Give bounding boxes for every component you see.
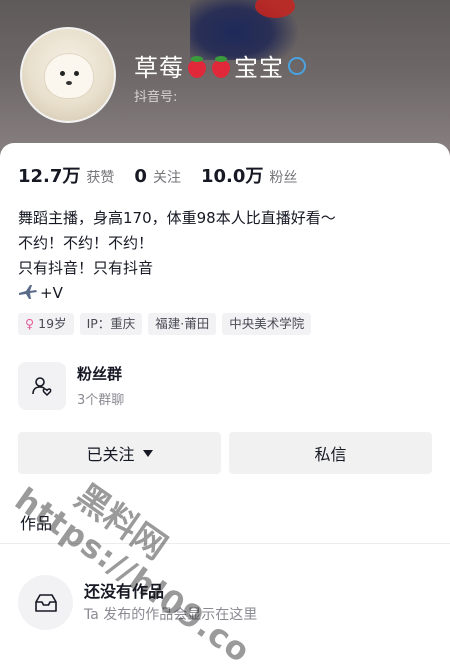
divider — [0, 543, 450, 544]
tab-works[interactable]: 作品 — [20, 510, 52, 534]
stat-likes-value: 12.7万 — [18, 166, 81, 187]
bio-line: 只有抖音！只有抖音 — [18, 259, 154, 277]
profile-name-prefix: 草莓 — [134, 54, 184, 82]
triangle-down-icon — [142, 449, 153, 457]
strawberry-icon — [186, 54, 208, 78]
empty-state-title: 还没有作品 — [84, 582, 165, 601]
bio-line: 不约！不约！不约！ — [18, 234, 154, 252]
stat-followers-value: 10.0万 — [200, 166, 264, 187]
fan-group-title: 粉丝群 — [77, 365, 123, 383]
profile-name: 草莓 宝宝 — [134, 48, 306, 83]
empty-state-icon — [18, 575, 73, 630]
stat-following[interactable]: 0 关注 — [134, 166, 181, 187]
tag-age-label: 19岁 — [38, 316, 67, 331]
stat-likes-label: 获赞 — [86, 170, 115, 186]
tag-age: ♀ 19岁 — [18, 313, 74, 335]
bio: 舞蹈主播，身高170，体重98本人比直播好看～ 不约！不约！不约！ 只有抖音！只… — [18, 206, 336, 306]
empty-state-subtitle: Ta 发布的作品会显示在这里 — [84, 607, 258, 623]
stat-followers[interactable]: 10.0万 粉丝 — [201, 162, 297, 188]
stat-following-value: 0 — [134, 166, 147, 187]
inbox-icon — [34, 593, 57, 612]
bio-wechat-text: +V — [40, 284, 63, 302]
tag-ip: IP：重庆 — [79, 313, 143, 335]
avatar[interactable] — [20, 27, 116, 123]
fan-group-entry[interactable]: 粉丝群 3个群聊 — [18, 357, 438, 413]
followed-button[interactable]: 已关注 — [18, 432, 221, 474]
stat-following-label: 关注 — [152, 170, 181, 186]
douyin-id[interactable]: 抖音号: — [134, 86, 177, 105]
avatar-dog-image — [44, 53, 94, 99]
strawberry-icon — [210, 54, 232, 78]
fan-group-subtitle: 3个群聊 — [77, 393, 125, 408]
tag-list: ♀ 19岁 IP：重庆 福建·莆田 中央美术学院 — [18, 313, 312, 335]
followed-button-label: 已关注 — [86, 445, 135, 464]
profile-name-suffix: 宝宝 — [234, 54, 284, 82]
message-button-label: 私信 — [314, 445, 347, 464]
female-icon: ♀ — [25, 316, 35, 331]
bio-line: +V — [18, 281, 336, 306]
message-button[interactable]: 私信 — [229, 432, 432, 474]
fan-group-icon — [18, 362, 66, 410]
verified-badge-icon — [288, 56, 306, 75]
user-heart-icon — [32, 377, 52, 397]
douyin-id-label: 抖音号: — [134, 90, 178, 105]
stat-followers-label: 粉丝 — [269, 170, 298, 186]
tag-school: 中央美术学院 — [222, 313, 312, 335]
tag-location: 福建·莆田 — [148, 313, 217, 335]
stat-likes[interactable]: 12.7万 获赞 — [18, 162, 114, 188]
bio-line: 舞蹈主播，身高170，体重98本人比直播好看～ — [18, 209, 336, 227]
airplane-icon — [19, 285, 37, 299]
stats-row: 12.7万 获赞 0 关注 10.0万 粉丝 — [18, 162, 317, 188]
